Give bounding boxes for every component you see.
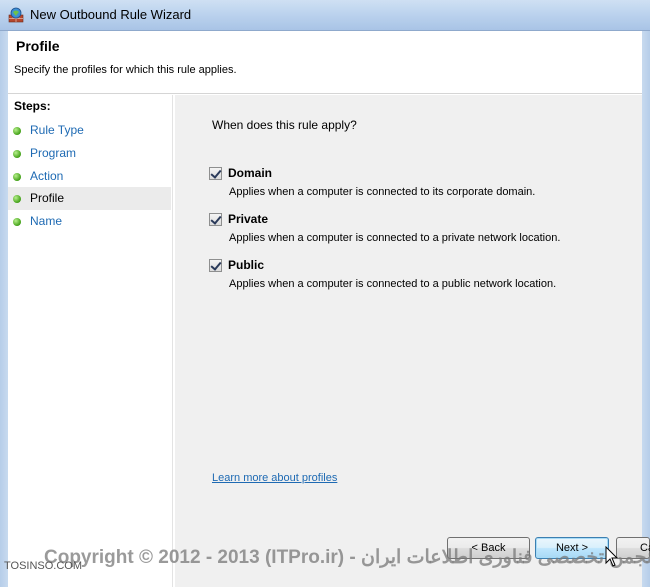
mouse-pointer-icon [605, 546, 619, 567]
public-checkbox[interactable] [209, 259, 222, 272]
public-description: Applies when a computer is connected to … [229, 278, 557, 290]
learn-more-link[interactable]: Learn more about profiles [212, 472, 337, 484]
page-title: Profile [16, 38, 60, 54]
window-frame-left [0, 31, 8, 587]
step-label: Action [30, 169, 64, 183]
step-label: Rule Type [30, 123, 84, 137]
step-rule-type[interactable]: Rule Type [8, 119, 171, 142]
page-subtitle: Specify the profiles for which this rule… [14, 64, 237, 76]
option-private[interactable]: Private Applies when a computer is conne… [209, 212, 629, 252]
step-status-dot-icon [13, 173, 21, 181]
option-public[interactable]: Public Applies when a computer is connec… [209, 258, 629, 298]
step-program[interactable]: Program [8, 142, 171, 165]
step-status-dot-icon [13, 218, 21, 226]
main-content: When does this rule apply? Domain Applie… [175, 95, 642, 587]
window-title: New Outbound Rule Wizard [30, 7, 192, 22]
window-frame-right [642, 31, 650, 587]
step-name[interactable]: Name [8, 210, 171, 233]
wizard-header: Profile Specify the profiles for which t… [8, 31, 642, 94]
step-status-dot-icon [13, 195, 21, 203]
domain-checkbox[interactable] [209, 167, 222, 180]
steps-heading: Steps: [14, 99, 51, 113]
step-status-dot-icon [13, 150, 21, 158]
step-status-dot-icon [13, 127, 21, 135]
copyright-watermark: Copyright © 2012 - 2013 (ITPro.ir) - انج… [44, 547, 650, 568]
private-description: Applies when a computer is connected to … [229, 232, 561, 244]
step-action[interactable]: Action [8, 165, 171, 188]
private-label[interactable]: Private [228, 212, 268, 226]
steps-panel: Steps: Rule Type Program Action Profile … [8, 95, 173, 587]
domain-label[interactable]: Domain [228, 166, 272, 180]
site-watermark: TOSINSO.COM [4, 560, 83, 572]
option-domain[interactable]: Domain Applies when a computer is connec… [209, 166, 629, 206]
step-profile: Profile [8, 187, 171, 210]
step-label: Profile [30, 191, 65, 205]
public-label[interactable]: Public [228, 258, 264, 272]
private-checkbox[interactable] [209, 213, 222, 226]
domain-description: Applies when a computer is connected to … [229, 186, 536, 198]
question-text: When does this rule apply? [212, 118, 357, 132]
step-label: Name [30, 214, 63, 228]
firewall-shield-icon [8, 7, 24, 23]
step-label: Program [30, 146, 77, 160]
title-bar[interactable]: New Outbound Rule Wizard [0, 0, 650, 31]
